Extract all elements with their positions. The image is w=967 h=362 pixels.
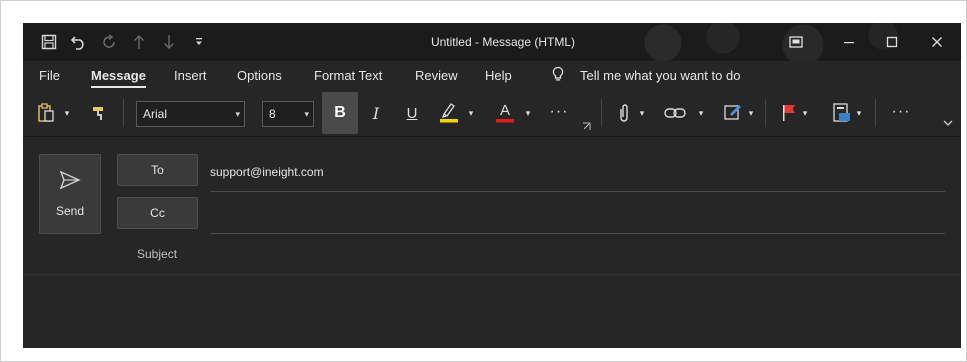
send-button[interactable]: Send: [39, 154, 101, 234]
ribbon-display-options-icon[interactable]: [785, 31, 807, 53]
cc-field-underline: [210, 233, 945, 234]
font-color-dropdown-icon[interactable]: ▾: [522, 105, 534, 121]
compose-header: Send To support@ineight.com Cc Subject: [23, 137, 961, 275]
ribbon-separator: [601, 99, 602, 127]
outlook-compose-window: Untitled - Message (HTML) File Message I…: [23, 23, 961, 348]
signature-icon[interactable]: [721, 101, 745, 123]
customize-qat-icon[interactable]: [189, 32, 209, 52]
tab-insert[interactable]: Insert: [174, 68, 207, 83]
to-field-underline: [210, 191, 945, 192]
highlight-icon[interactable]: [437, 99, 461, 125]
message-body[interactable]: [23, 275, 961, 348]
more-commands-icon[interactable]: ···: [889, 103, 913, 121]
font-name-select[interactable]: Arial ▾: [136, 101, 245, 127]
tell-me-search[interactable]: Tell me what you want to do: [580, 68, 740, 83]
save-icon[interactable]: [39, 32, 59, 52]
font-size-select[interactable]: 8 ▾: [262, 101, 314, 127]
quick-access-toolbar: [39, 32, 209, 52]
expand-ribbon-icon[interactable]: [941, 115, 955, 131]
ribbon-toolbar: ▾ Arial ▾ 8 ▾ B I U ▾ A ▾ ··· ▾ ▾ ▾ ▾ ▾ …: [23, 89, 961, 137]
tab-format-text[interactable]: Format Text: [314, 68, 382, 83]
cc-button[interactable]: Cc: [117, 197, 198, 229]
flag-dropdown-icon[interactable]: ▾: [799, 105, 811, 121]
ribbon-separator: [123, 99, 124, 127]
arrow-up-icon: [129, 32, 149, 52]
flag-icon[interactable]: [779, 102, 799, 124]
tab-review[interactable]: Review: [415, 68, 458, 83]
title-bar: Untitled - Message (HTML): [23, 23, 961, 61]
undo-icon[interactable]: [69, 32, 89, 52]
cc-field[interactable]: [210, 208, 945, 226]
minimize-icon[interactable]: [838, 31, 860, 53]
attach-file-icon[interactable]: [615, 102, 633, 124]
templates-icon[interactable]: [831, 101, 853, 125]
font-size-value: 8: [269, 107, 276, 121]
window-title: Untitled - Message (HTML): [430, 35, 576, 49]
redo-icon: [99, 32, 119, 52]
underline-button[interactable]: U: [401, 101, 423, 125]
paste-icon[interactable]: [35, 103, 57, 123]
subject-field[interactable]: [210, 245, 945, 263]
link-icon[interactable]: [663, 103, 687, 123]
to-field[interactable]: support@ineight.com: [210, 165, 324, 179]
lightbulb-icon: [551, 66, 565, 85]
close-icon[interactable]: [926, 31, 948, 53]
templates-dropdown-icon[interactable]: ▾: [853, 105, 865, 121]
link-dropdown-icon[interactable]: ▾: [695, 105, 707, 121]
tab-message[interactable]: Message: [91, 68, 146, 88]
font-name-value: Arial: [143, 107, 168, 121]
chevron-down-icon: ▾: [304, 109, 309, 119]
format-painter-icon[interactable]: [89, 103, 111, 123]
menu-bar: File Message Insert Options Format Text …: [23, 61, 961, 89]
attach-dropdown-icon[interactable]: ▾: [636, 105, 648, 121]
font-color-icon[interactable]: A: [493, 99, 517, 125]
maximize-icon[interactable]: [881, 31, 903, 53]
to-button[interactable]: To: [117, 154, 198, 186]
ribbon-separator: [875, 99, 876, 127]
signature-dropdown-icon[interactable]: ▾: [745, 105, 757, 121]
send-label: Send: [55, 204, 85, 218]
ribbon-separator: [765, 99, 766, 127]
tab-file[interactable]: File: [39, 68, 60, 83]
arrow-down-icon: [159, 32, 179, 52]
chevron-down-icon: ▾: [235, 109, 240, 119]
more-font-options-icon[interactable]: ···: [548, 103, 570, 121]
dialog-launcher-icon[interactable]: [581, 121, 591, 131]
paste-dropdown-icon[interactable]: ▾: [61, 105, 73, 121]
send-icon: [59, 170, 81, 196]
tab-options[interactable]: Options: [237, 68, 282, 83]
tab-help[interactable]: Help: [485, 68, 512, 83]
svg-text:A: A: [500, 102, 510, 119]
highlight-dropdown-icon[interactable]: ▾: [465, 105, 477, 121]
screenshot-frame: Untitled - Message (HTML) File Message I…: [0, 0, 967, 362]
italic-button[interactable]: I: [365, 101, 387, 125]
subject-label: Subject: [137, 247, 178, 261]
bold-button[interactable]: B: [322, 92, 358, 134]
